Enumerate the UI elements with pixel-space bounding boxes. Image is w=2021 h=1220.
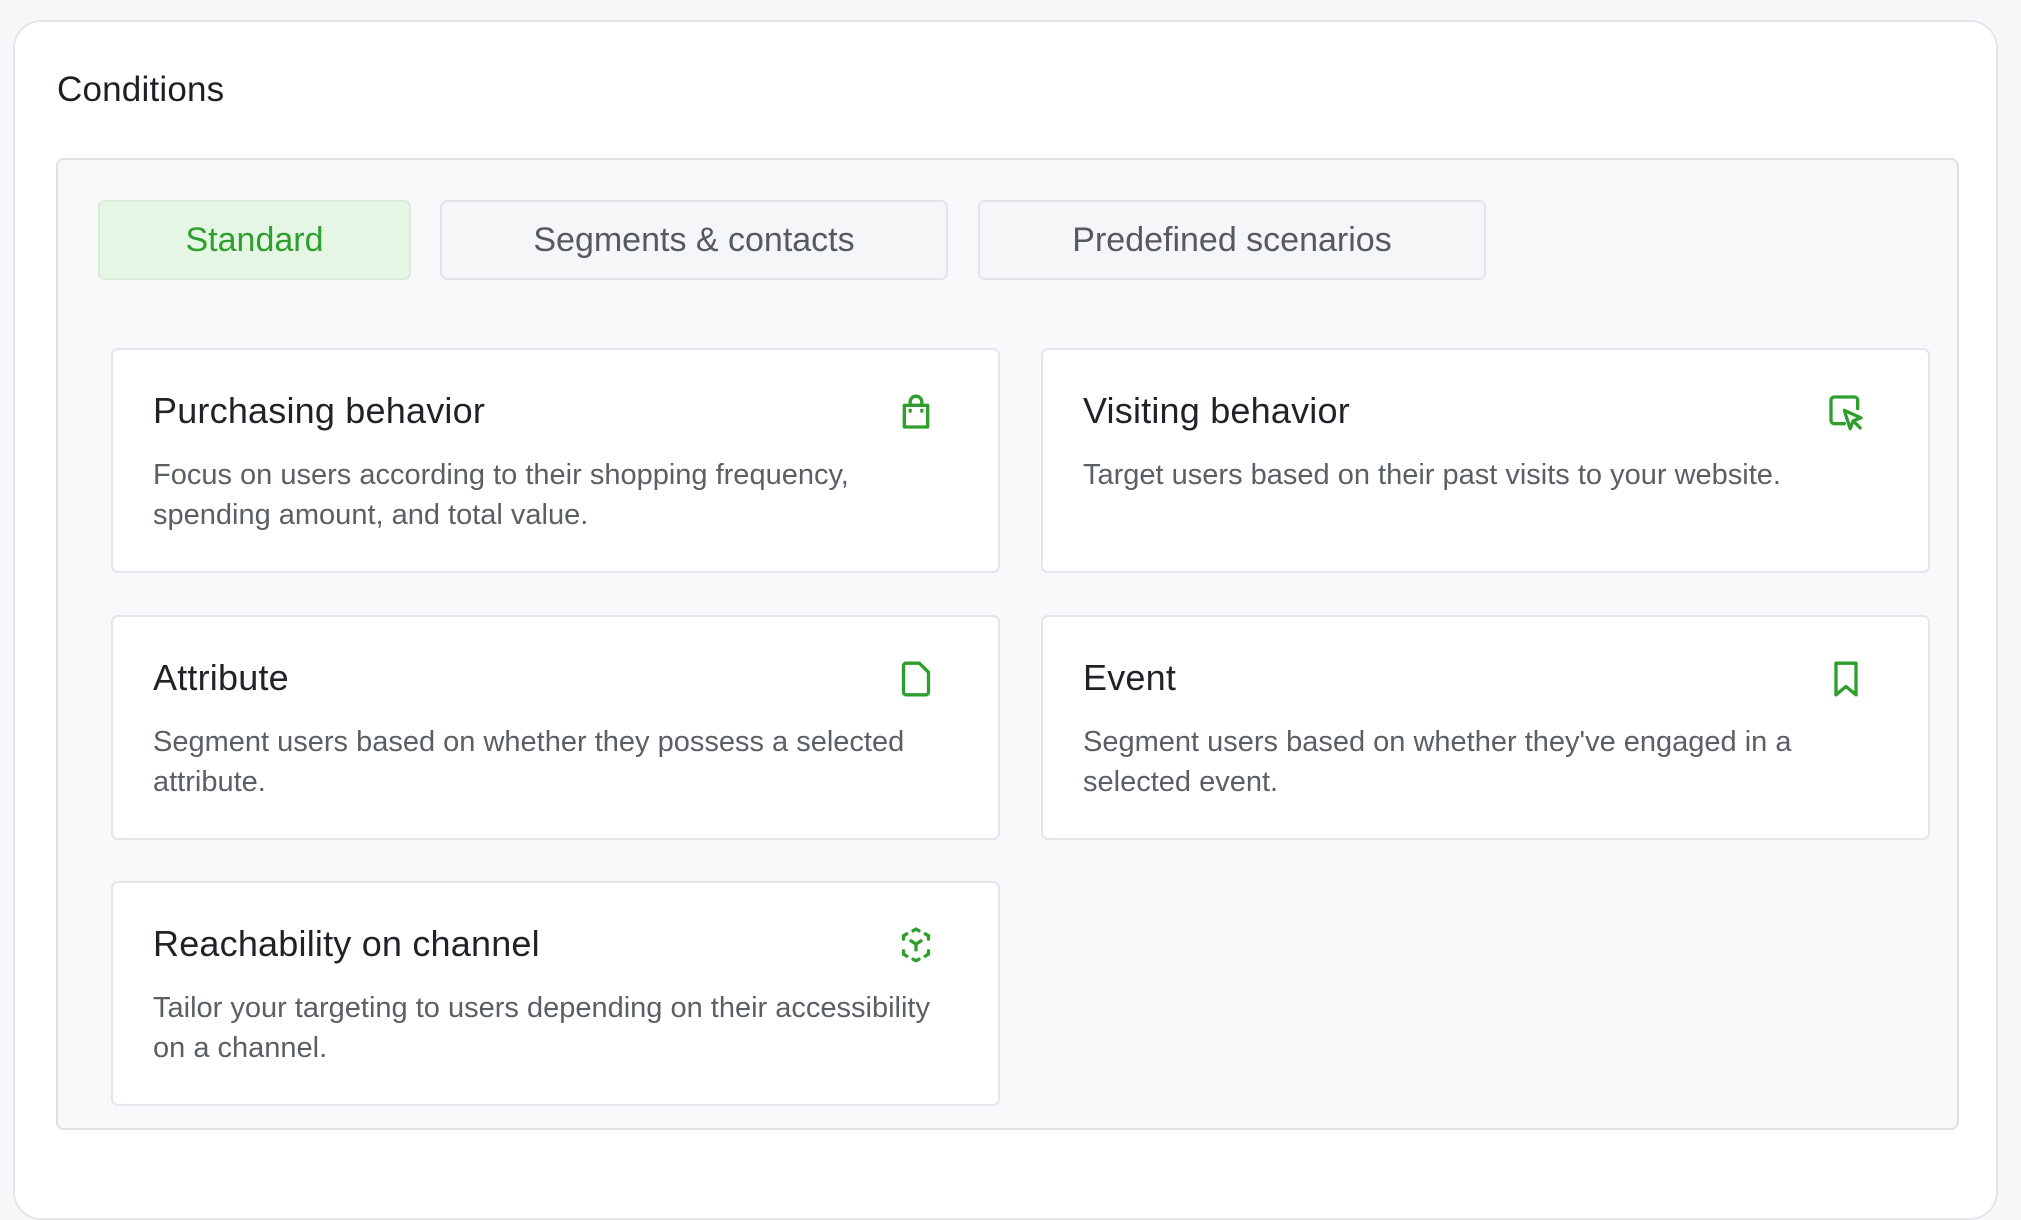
option-purchasing-behavior[interactable]: Purchasing behavior Focus on users accor… <box>111 348 1000 573</box>
option-title: Attribute <box>153 657 289 698</box>
conditions-card: Conditions Standard Segments & contacts … <box>13 20 1998 1220</box>
tab-standard[interactable]: Standard <box>98 200 411 280</box>
option-reachability-on-channel[interactable]: Reachability on channel Tailor your targ… <box>111 881 1000 1106</box>
option-description: Focus on users according to their shoppi… <box>153 459 849 531</box>
option-attribute[interactable]: Attribute Segment users based on whether… <box>111 615 1000 840</box>
tab-predefined-scenarios[interactable]: Predefined scenarios <box>978 200 1486 280</box>
option-description: Tailor your targeting to users depending… <box>153 992 930 1064</box>
option-title: Purchasing behavior <box>153 390 486 431</box>
bookmark-icon <box>1826 659 1866 699</box>
option-visiting-behavior[interactable]: Visiting behavior Target users based on … <box>1041 348 1930 573</box>
tab-segments-contacts[interactable]: Segments & contacts <box>440 200 948 280</box>
dashed-cube-icon <box>896 925 936 965</box>
option-description: Segment users based on whether they've e… <box>1083 726 1792 798</box>
shopping-bag-icon <box>896 392 936 432</box>
option-title: Event <box>1083 657 1177 698</box>
section-title: Conditions <box>57 70 225 109</box>
option-description: Target users based on their past visits … <box>1083 459 1781 491</box>
option-title: Reachability on channel <box>153 923 540 964</box>
option-event[interactable]: Event Segment users based on whether the… <box>1041 615 1930 840</box>
option-title: Visiting behavior <box>1083 390 1350 431</box>
document-icon <box>896 659 936 699</box>
cursor-click-icon <box>1826 392 1866 432</box>
option-description: Segment users based on whether they poss… <box>153 726 905 798</box>
